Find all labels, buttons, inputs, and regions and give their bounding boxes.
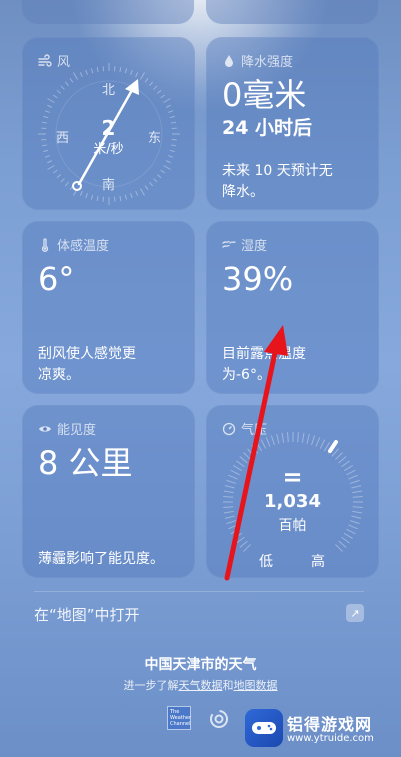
visibility-value: 8 公里 — [38, 444, 133, 482]
previous-card-bottom-left — [22, 0, 194, 24]
visibility-title-label: 能见度 — [57, 423, 97, 438]
pressure-card[interactable]: 气压 = 1,034 百帕 低 高 — [206, 405, 379, 578]
precipitation-period: 24 小时后 — [222, 117, 313, 139]
gamepad-logo-icon — [245, 709, 283, 747]
wind-speed-unit: 米/秒 — [93, 142, 124, 157]
feels-like-title-label: 体感温度 — [57, 239, 110, 254]
footer-location-title: 中国天津市的天气 — [144, 657, 257, 673]
visibility-card[interactable]: 能见度 8 公里 薄霾影响了能见度。 — [22, 405, 195, 578]
watermark-url: www.ytruide.com — [287, 733, 374, 744]
open-in-maps-label: 在“地图”中打开 — [34, 606, 140, 624]
map-data-link[interactable]: 地图数据 — [234, 679, 278, 692]
feels-like-card[interactable]: 体感温度 6° 刮风使人感觉更 凉爽。 — [22, 221, 195, 394]
wind-speed-value: 2 — [101, 116, 116, 140]
pressure-value: 1,034 — [264, 491, 321, 512]
humidity-title-label: 湿度 — [241, 239, 268, 254]
humidity-icon — [222, 240, 236, 248]
precipitation-card[interactable]: 降水强度 0毫米 24 小时后 未来 10 天预计无 降水。 — [206, 37, 379, 210]
humidity-value: 39% — [222, 260, 294, 298]
visibility-desc: 薄霾影响了能见度。 — [38, 551, 164, 567]
humidity-card[interactable]: 湿度 39% 目前露点温度 为-6°。 — [206, 221, 379, 394]
external-link-icon: ↗ — [346, 604, 364, 622]
feels-like-card-title: 体感温度 — [38, 235, 109, 254]
compass-north-label: 北 — [102, 83, 116, 98]
pressure-unit: 百帕 — [278, 518, 307, 534]
precipitation-value: 0毫米 — [222, 76, 307, 114]
wind-compass: 北 南 西 东 2 米/秒 — [22, 37, 195, 210]
feels-like-value: 6° — [38, 260, 75, 298]
footer-learn-more: 进一步了解天气数据和地图数据 — [0, 677, 401, 693]
previous-card-bottom-right — [206, 0, 378, 24]
pressure-low-label: 低 — [259, 554, 273, 570]
visibility-card-title: 能见度 — [38, 419, 96, 438]
thermometer-icon — [41, 237, 49, 252]
site-watermark: 铝得游戏网 www.ytruide.com — [245, 707, 395, 753]
weather-channel-logo[interactable]: The Weather Channel — [167, 706, 191, 730]
feels-like-desc-line-2: 凉爽。 — [38, 367, 80, 383]
precipitation-title-label: 降水强度 — [241, 55, 294, 70]
pressure-indicator — [328, 440, 338, 453]
raindrop-icon — [225, 54, 233, 67]
watermark-title: 铝得游戏网 — [287, 715, 373, 734]
footer-middle: 和 — [222, 679, 234, 692]
pressure-trend-symbol: = — [282, 463, 303, 491]
pressure-high-label: 高 — [311, 554, 325, 570]
wind-card[interactable]: 风 北 南 西 东 2 米/秒 — [22, 37, 195, 210]
footer-prefix: 进一步了解 — [123, 679, 179, 692]
humidity-desc-line-2: 为-6°。 — [222, 367, 271, 383]
precipitation-desc-line-2: 降水。 — [222, 184, 264, 200]
compass-south-label: 南 — [102, 178, 116, 193]
humidity-desc-line-1: 目前露点温度 — [222, 346, 306, 362]
divider — [34, 591, 364, 592]
weather-data-link[interactable]: 天气数据 — [179, 679, 223, 692]
data-provider-swirl-icon[interactable] — [208, 708, 230, 730]
precipitation-card-title: 降水强度 — [222, 51, 293, 70]
feels-like-desc-line-1: 刮风使人感觉更 — [38, 346, 136, 362]
open-in-maps-link[interactable]: 在“地图”中打开 ↗ — [34, 602, 364, 626]
humidity-card-title: 湿度 — [222, 235, 267, 254]
precipitation-desc-line-1: 未来 10 天预计无 — [222, 163, 333, 179]
eye-icon — [39, 425, 51, 432]
